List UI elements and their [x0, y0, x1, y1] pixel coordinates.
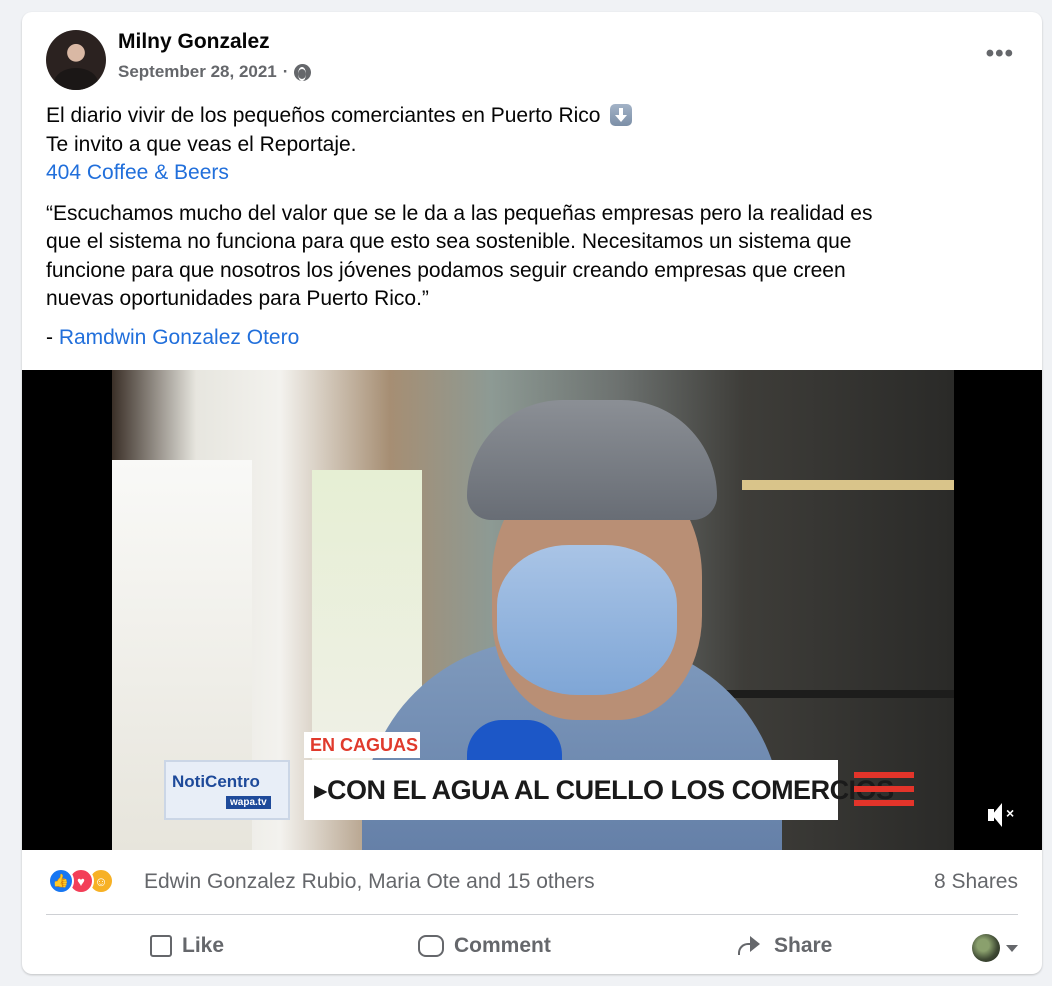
reaction-icons[interactable]: 👍 ♥ ☺	[48, 868, 138, 896]
news-logo: NotiCentro wapa.tv	[164, 760, 290, 820]
speaker-muted-icon[interactable]: ×	[984, 800, 1018, 830]
video-frame[interactable]: EN CAGUAS NotiCentro wapa.tv ▸CON EL AGU…	[112, 370, 954, 850]
reactions-row: 👍 ♥ ☺ Edwin Gonzalez Rubio, Maria Ote an…	[22, 850, 1042, 912]
comment-bubble-icon	[418, 935, 444, 957]
business-link[interactable]: 404 Coffee & Beers	[46, 159, 1006, 188]
post-actions: Like Comment Share	[22, 918, 1042, 974]
comment-label: Comment	[454, 934, 551, 957]
headline-box: ▸CON EL AGUA AL CUELLO LOS COMERCIOS	[304, 760, 894, 820]
meta-separator: ·	[282, 62, 289, 81]
quote-block: “Escuchamos mucho del valor que se le da…	[46, 200, 1006, 314]
intro-text: El diario vivir de los pequeños comercia…	[46, 104, 601, 127]
quote-line: que el sistema no funciona para que esto…	[46, 230, 852, 253]
news-logo-text: NotiCentro	[172, 772, 260, 791]
news-logo-sub: wapa.tv	[226, 796, 271, 809]
divider	[46, 914, 1018, 915]
post-date[interactable]: September 28, 2021	[118, 62, 277, 82]
author-avatar[interactable]	[46, 30, 106, 90]
post-text-line-2: Te invito a que veas el Reportaje.	[46, 132, 357, 156]
post-meta: September 28, 2021 ·	[118, 62, 312, 82]
chevron-down-icon	[1006, 944, 1018, 952]
down-arrow-emoji-icon	[610, 104, 633, 126]
quote-line: “Escuchamos mucho del valor que se le da…	[46, 201, 873, 225]
post-header: Milny Gonzalez September 28, 2021 · •••	[22, 12, 1042, 102]
share-label: Share	[774, 934, 833, 957]
more-options-button[interactable]: •••	[986, 42, 1014, 66]
post-text-line-1: El diario vivir de los pequeños comercia…	[46, 102, 1006, 131]
share-button[interactable]: Share	[738, 926, 832, 966]
attribution-link[interactable]: Ramdwin Gonzalez Otero	[59, 326, 299, 349]
comment-button[interactable]: Comment	[418, 926, 551, 966]
video-player[interactable]: EN CAGUAS NotiCentro wapa.tv ▸CON EL AGU…	[22, 370, 1042, 850]
share-arrow-icon	[738, 936, 764, 956]
attribution: - Ramdwin Gonzalez Otero	[46, 324, 1006, 353]
mute-x-mark: ×	[1006, 805, 1015, 821]
news-headline: ▸CON EL AGUA AL CUELLO LOS COMERCIOS	[314, 774, 894, 805]
attribution-prefix: -	[46, 325, 59, 349]
globe-icon[interactable]	[294, 63, 312, 81]
like-button[interactable]: Like	[150, 926, 224, 966]
quote-line: nuevas oportunidades para Puerto Rico.”	[46, 287, 429, 310]
post-text: El diario vivir de los pequeños comercia…	[46, 102, 1006, 352]
quote-line: funcione para que nosotros los jóvenes p…	[46, 258, 846, 282]
post-card: Milny Gonzalez September 28, 2021 · ••• …	[22, 12, 1042, 974]
author-name[interactable]: Milny Gonzalez	[118, 30, 270, 54]
shares-count[interactable]: 8 Shares	[934, 870, 1018, 894]
profile-avatar	[972, 934, 1000, 962]
video-person-cap	[467, 400, 717, 520]
video-scene-counter	[712, 690, 954, 698]
thumbs-up-icon	[150, 935, 172, 957]
location-tag: EN CAGUAS	[304, 732, 420, 758]
video-scene-shelf	[742, 480, 954, 490]
reactors-summary[interactable]: Edwin Gonzalez Rubio, Maria Ote and 15 o…	[144, 870, 595, 894]
like-reaction-icon[interactable]: 👍	[48, 868, 74, 894]
like-label: Like	[182, 934, 225, 957]
news-red-bars	[854, 772, 914, 816]
reaction-profile-selector[interactable]	[972, 934, 1018, 962]
video-person-mask	[497, 545, 677, 695]
